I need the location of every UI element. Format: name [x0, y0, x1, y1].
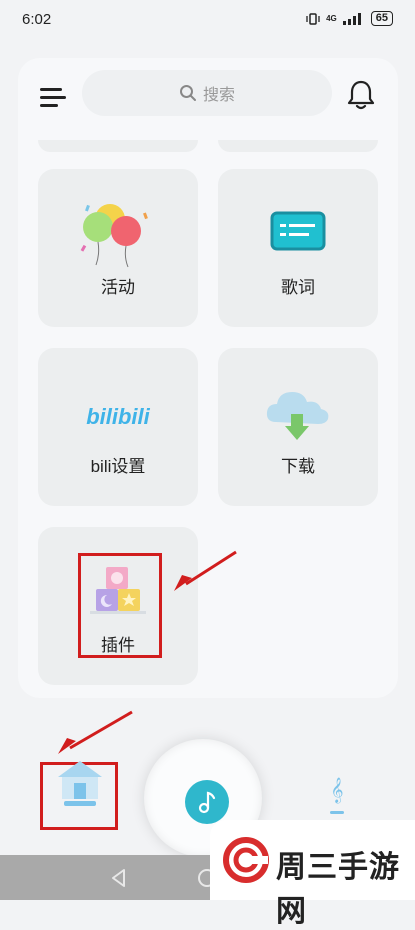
back-icon[interactable] [108, 867, 130, 889]
card-label-download: 下载 [281, 457, 315, 476]
treble-clef-icon[interactable]: 𝄞 [326, 775, 348, 819]
watermark-logo-icon [223, 837, 269, 883]
music-note-icon [198, 791, 216, 814]
card-stub-left [38, 140, 198, 152]
search-icon [179, 85, 196, 101]
card-activity[interactable]: 活动 [38, 169, 198, 327]
header: 搜索 [18, 58, 398, 144]
battery-indicator: 65 [370, 11, 393, 26]
cloud-download-icon [266, 392, 329, 440]
search-placeholder: 搜索 [202, 87, 235, 104]
card-stub-right [218, 140, 378, 152]
card-label-activity: 活动 [101, 278, 135, 297]
search-input[interactable]: 搜索 [82, 70, 332, 116]
network-type: 4G [326, 14, 337, 23]
plugin-highlight-box [78, 553, 162, 658]
status-time: 6:02 [22, 11, 52, 28]
bilibili-logo-text: bilibili [86, 404, 150, 429]
vibrate-icon [306, 12, 320, 25]
watermark: 周三手游网 [210, 820, 415, 928]
status-icons: 4G 65 [306, 11, 393, 26]
tools-panel: 搜索 活动 歌词 bilibili bili设置 下载 插件 [18, 58, 398, 698]
balloons-icon [80, 204, 148, 268]
bilibili-logo-icon: bilibili [86, 404, 150, 429]
card-lyrics[interactable]: 歌词 [218, 169, 378, 327]
lyrics-screen-icon [270, 211, 326, 251]
arrow-to-plugin [174, 550, 237, 591]
card-download[interactable]: 下载 [218, 348, 378, 506]
card-bili-settings[interactable]: bilibili bili设置 [38, 348, 198, 506]
card-label-bili: bili设置 [90, 457, 146, 476]
svg-text:𝄞: 𝄞 [330, 777, 343, 803]
notification-bell-icon[interactable] [346, 78, 376, 110]
card-label-lyrics: 歌词 [281, 278, 315, 297]
watermark-text: 周三手游网 [276, 851, 400, 928]
home-icon[interactable] [52, 755, 108, 815]
play-button[interactable] [185, 780, 229, 824]
signal-icon [342, 12, 361, 25]
status-bar: 6:02 4G 65 [0, 0, 415, 40]
menu-button[interactable] [40, 86, 68, 110]
